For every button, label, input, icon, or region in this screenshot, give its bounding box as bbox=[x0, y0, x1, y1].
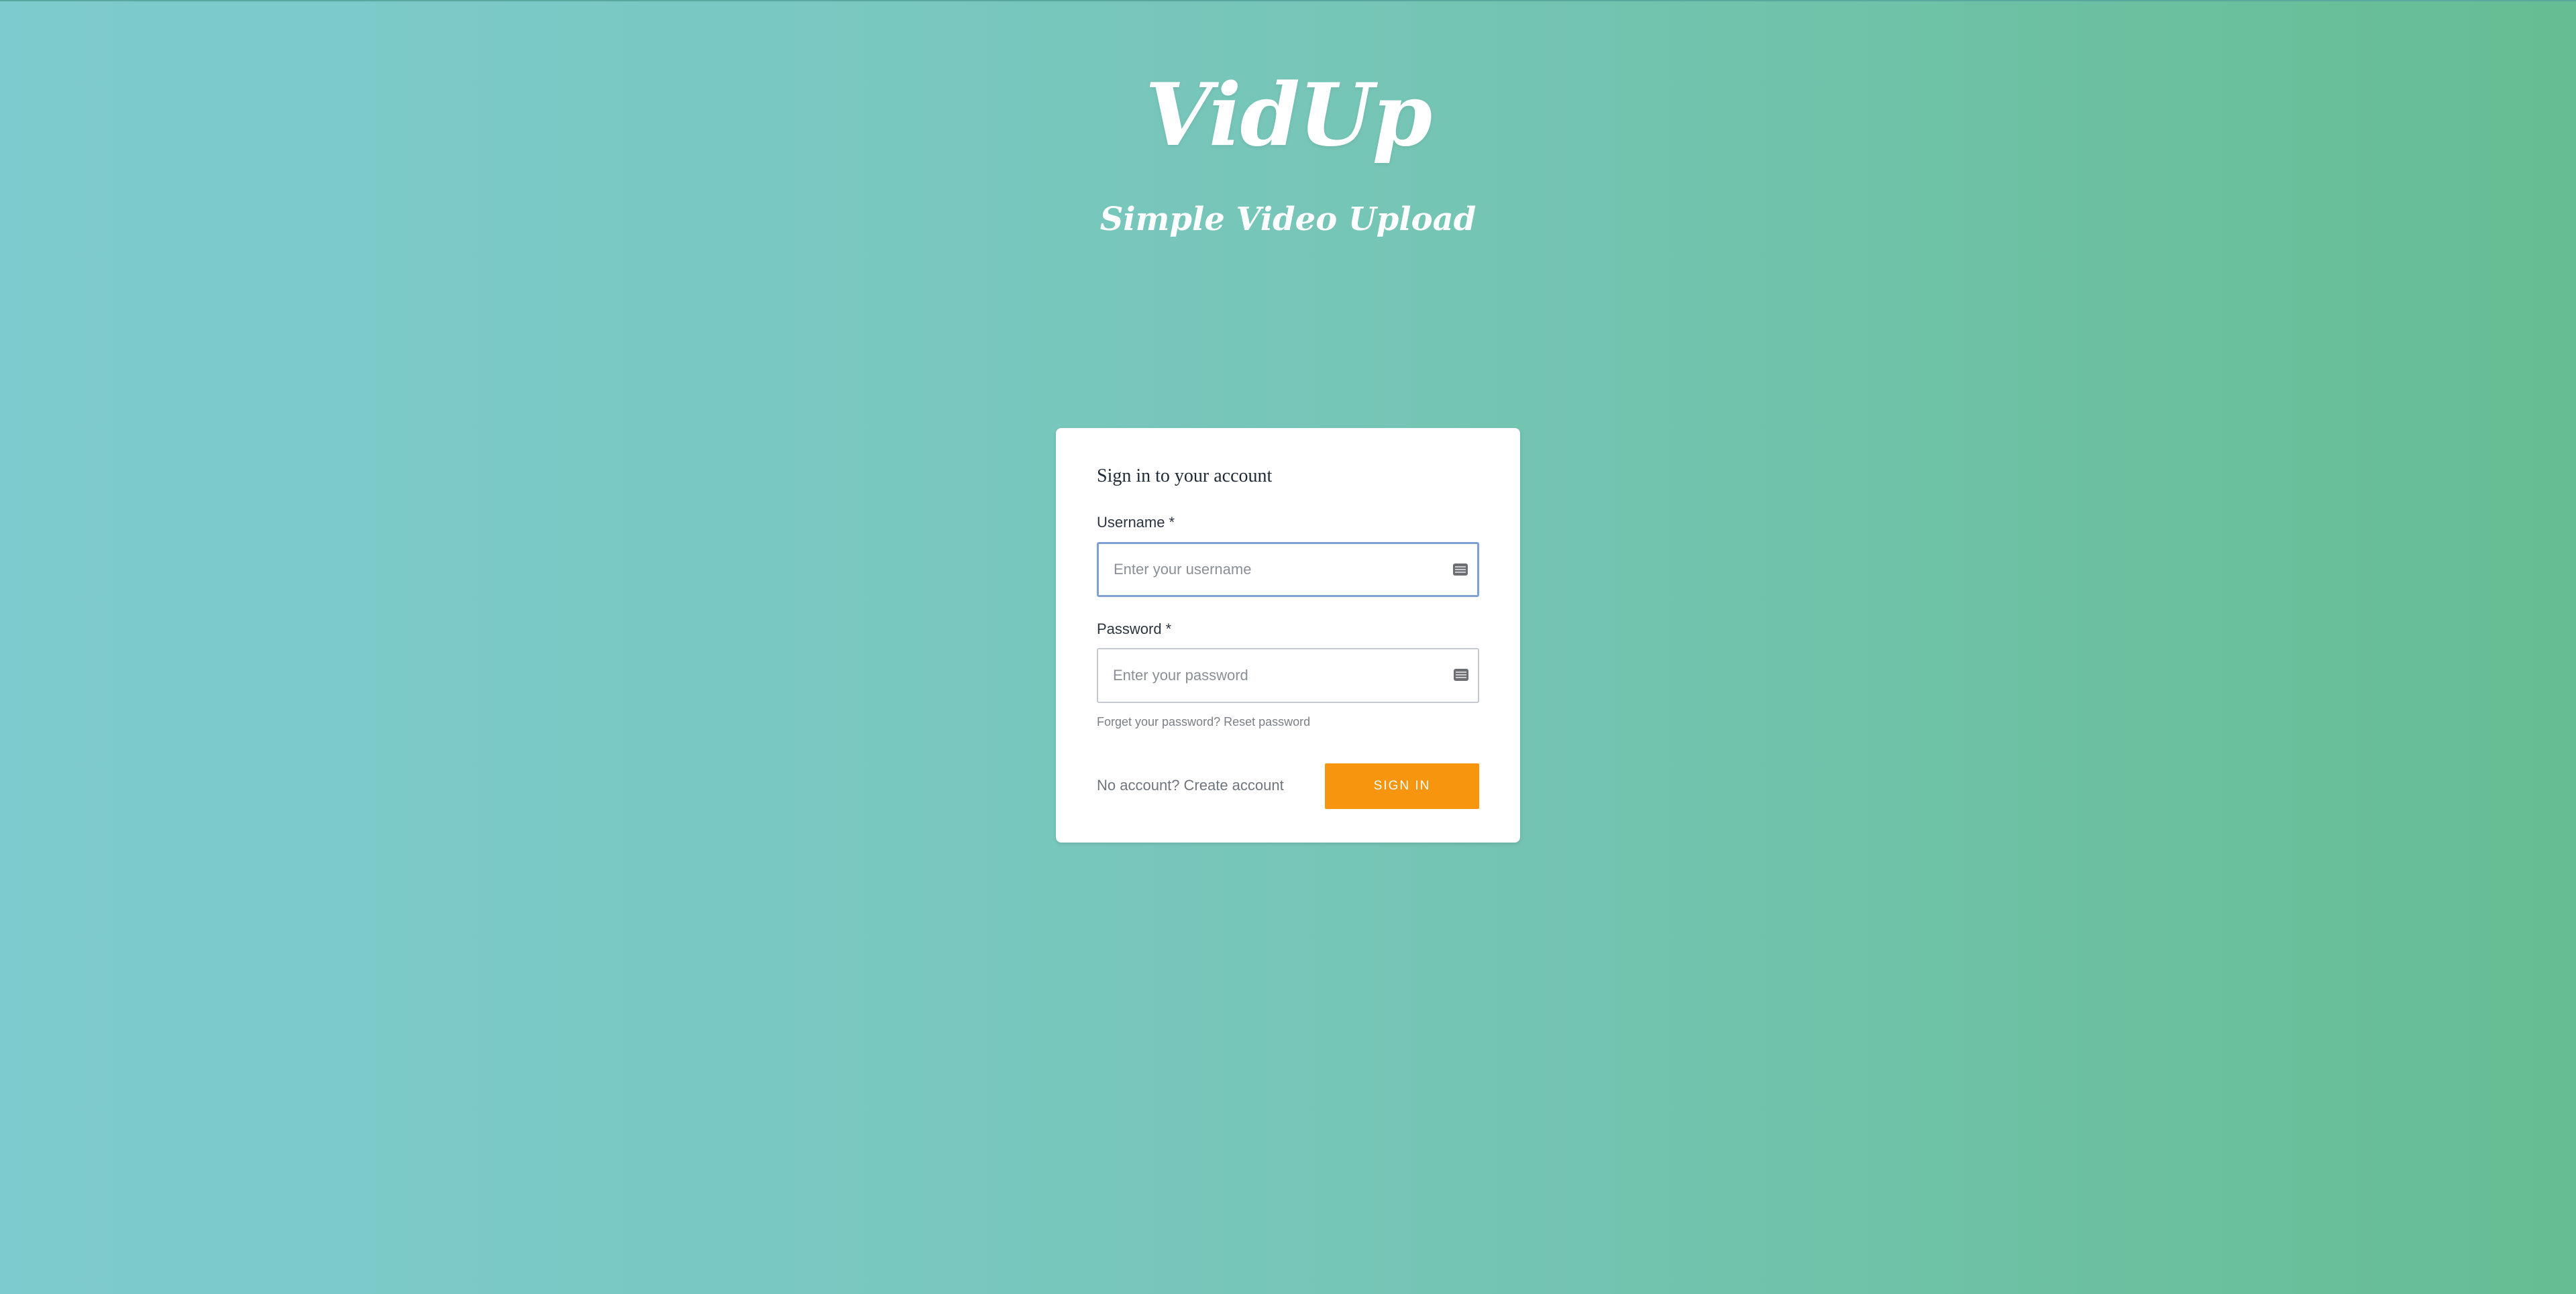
app-logo: VidUp bbox=[1144, 65, 1432, 166]
required-marker: * bbox=[1169, 514, 1175, 531]
password-field-box[interactable] bbox=[1097, 648, 1479, 703]
username-label: Username * bbox=[1097, 514, 1175, 531]
no-account-row: No account? Create account bbox=[1097, 777, 1284, 794]
reset-password-link[interactable]: Reset password bbox=[1224, 715, 1310, 729]
keyboard-icon[interactable] bbox=[1453, 563, 1468, 576]
password-label-text: Password bbox=[1097, 621, 1162, 637]
signin-title: Sign in to your account bbox=[1097, 466, 1273, 486]
username-label-text: Username bbox=[1097, 514, 1165, 531]
username-input[interactable] bbox=[1114, 544, 1436, 595]
signin-card: Sign in to your account Username* Passwo… bbox=[1056, 428, 1520, 843]
forgot-password-row: Forget your password? Reset password bbox=[1097, 715, 1310, 729]
no-account-text: No account? bbox=[1097, 777, 1180, 794]
app-tagline: Simple Video Upload bbox=[1099, 201, 1477, 238]
username-field-box[interactable] bbox=[1097, 542, 1479, 597]
keyboard-icon[interactable] bbox=[1454, 669, 1468, 681]
create-account-link[interactable]: Create account bbox=[1184, 777, 1284, 794]
forgot-password-text: Forget your password? bbox=[1097, 715, 1221, 729]
required-marker: * bbox=[1165, 621, 1172, 637]
sign-in-button[interactable]: SIGN IN bbox=[1325, 763, 1479, 809]
password-label: Password * bbox=[1097, 621, 1171, 638]
password-input[interactable] bbox=[1113, 649, 1435, 702]
